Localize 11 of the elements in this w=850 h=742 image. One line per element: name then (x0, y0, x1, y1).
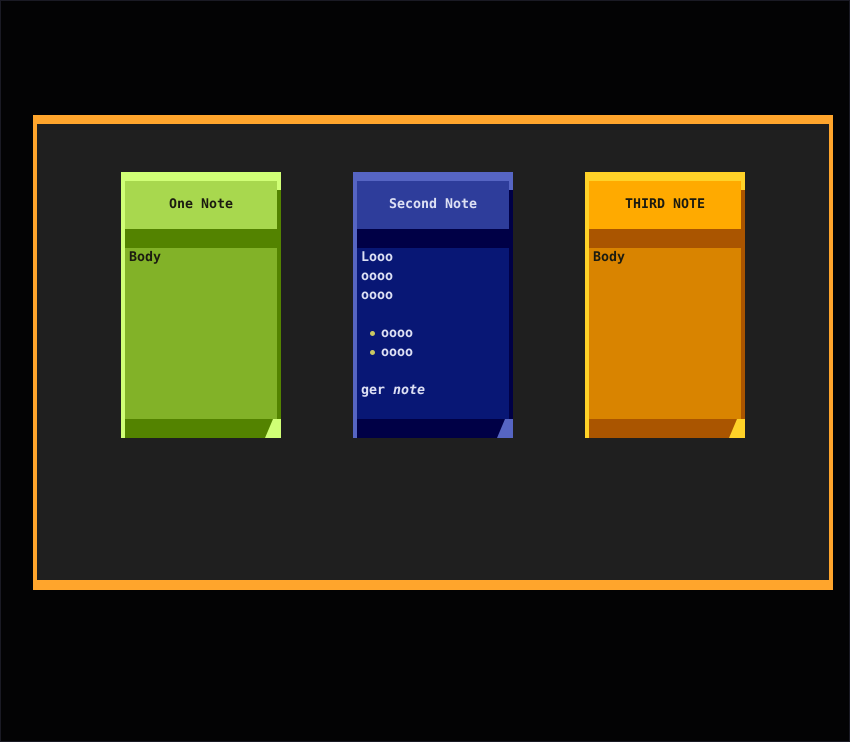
list-item-text: oooo (381, 344, 414, 362)
note-text: Body (129, 249, 162, 267)
note-title: THIRD NOTE (589, 181, 741, 229)
note-text: ger note (361, 382, 426, 400)
note-title: One Note (125, 181, 277, 229)
note-text: Body (593, 249, 626, 267)
note-title: Second Note (357, 181, 509, 229)
bullet-icon (370, 331, 375, 336)
bullet-icon (370, 350, 375, 355)
note-text: Looo oooo oooo (361, 249, 394, 305)
list-item-text: oooo (381, 325, 414, 343)
